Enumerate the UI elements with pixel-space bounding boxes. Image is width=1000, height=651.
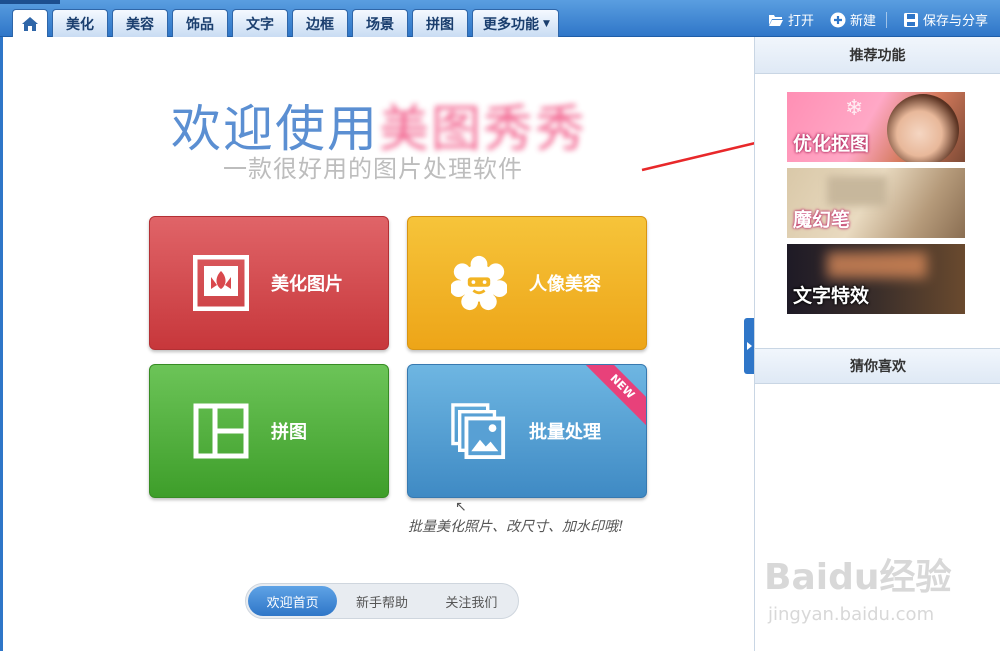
save-share-label: 保存与分享 <box>922 14 988 29</box>
recommend-header: 推荐功能 <box>755 37 1000 74</box>
side-panel-toggle[interactable] <box>744 318 754 374</box>
chevron-down-icon: ▼ <box>543 18 550 29</box>
feature-text-effects-label: 文字特效 <box>793 285 870 307</box>
top-bar: 美化 美容 饰品 文字 边框 场景 拼图 更多功能 ▼ 打开 新建 保存与分享 <box>0 0 1000 37</box>
new-button[interactable]: 新建 <box>830 10 887 29</box>
feature-optimize-cutout[interactable]: ❄ 优化抠图 <box>787 92 965 162</box>
plus-circle-icon <box>830 12 846 28</box>
feature-magic-pen[interactable]: 魔幻笔 <box>787 168 965 238</box>
collage-button[interactable]: 拼图 <box>149 364 389 498</box>
tab-accessories[interactable]: 饰品 <box>172 9 228 37</box>
more-features-label: 更多功能 <box>483 16 539 33</box>
tab-collage[interactable]: 拼图 <box>412 9 468 37</box>
batch-hint-note: 批量美化照片、改尺寸、加水印哦! <box>408 519 624 535</box>
batch-process-label: 批量处理 <box>529 422 601 443</box>
guess-you-like-header: 猜你喜欢 <box>755 348 1000 384</box>
welcome-subtitle: 一款很好用的图片处理软件 <box>223 155 523 183</box>
portrait-beauty-label: 人像美容 <box>529 274 601 295</box>
photo-frame-icon <box>193 255 249 311</box>
glow-thumbnail <box>827 252 927 278</box>
open-label: 打开 <box>787 14 814 29</box>
new-label: 新建 <box>849 14 876 29</box>
beautify-photo-button[interactable]: 美化图片 <box>149 216 389 350</box>
blurred-thumbnail <box>827 176 887 206</box>
nav-follow-us[interactable]: 关注我们 <box>427 586 516 616</box>
stacked-photos-icon <box>451 403 507 459</box>
watermark: Baidu经验 jingyan.baidu.com <box>764 548 984 638</box>
tab-cosmetic[interactable]: 美容 <box>112 9 168 37</box>
tab-home[interactable] <box>12 9 48 37</box>
snowflake-icon: ❄ <box>845 96 864 121</box>
chevron-right-icon <box>746 342 752 350</box>
bottom-nav: 欢迎首页 新手帮助 关注我们 <box>245 583 519 619</box>
home-icon <box>22 16 38 31</box>
tab-scene[interactable]: 场景 <box>352 9 408 37</box>
tab-more-features[interactable]: 更多功能 ▼ <box>472 9 559 37</box>
tab-border[interactable]: 边框 <box>292 9 348 37</box>
portrait-thumbnail <box>887 94 959 162</box>
feature-optimize-cutout-label: 优化抠图 <box>793 133 870 155</box>
batch-process-button[interactable]: 批量处理 NEW <box>407 364 647 498</box>
feature-text-effects[interactable]: 文字特效 <box>787 244 965 314</box>
nav-beginner-help[interactable]: 新手帮助 <box>337 586 426 616</box>
folder-open-icon <box>768 12 784 28</box>
feature-magic-pen-label: 魔幻笔 <box>793 209 851 231</box>
collage-label: 拼图 <box>271 422 307 443</box>
tab-text[interactable]: 文字 <box>232 9 288 37</box>
tab-beautify[interactable]: 美化 <box>52 9 108 37</box>
save-share-button[interactable]: 保存与分享 <box>903 10 988 29</box>
toolbar: 打开 新建 保存与分享 <box>768 10 988 29</box>
collage-grid-icon <box>193 403 249 459</box>
open-button[interactable]: 打开 <box>768 10 814 29</box>
watermark-url: jingyan.baidu.com <box>768 604 935 625</box>
watermark-text: Baidu经验 <box>764 557 952 598</box>
hand-arrow-icon: ↖ <box>455 499 467 515</box>
toolbar-divider <box>885 11 887 28</box>
beautify-photo-label: 美化图片 <box>271 274 343 295</box>
main-tabs: 美化 美容 饰品 文字 边框 场景 拼图 更多功能 ▼ <box>12 9 559 37</box>
title-strip <box>0 0 60 4</box>
portrait-beauty-button[interactable]: 人像美容 <box>407 216 647 350</box>
face-flower-icon <box>451 255 507 311</box>
nav-welcome-home[interactable]: 欢迎首页 <box>248 586 338 616</box>
save-icon <box>903 12 919 28</box>
